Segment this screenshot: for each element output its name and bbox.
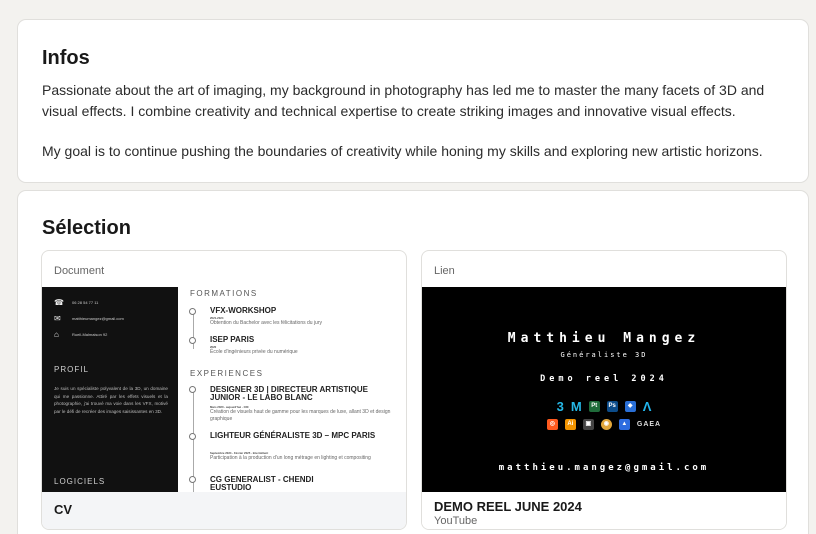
reel-email: matthieu.mangez@gmail.com xyxy=(498,463,710,473)
cv-experiences-heading: EXPERIENCES xyxy=(190,369,264,378)
cv-timeline-dot xyxy=(189,433,196,440)
cv-experience-sub: Création de visuels haut de gamme pour l… xyxy=(210,409,391,422)
cv-formation-title: VFX-WORKSHOP xyxy=(210,306,277,315)
cv-formation-sub: Obtention du Bachelor avec les félicitat… xyxy=(210,320,323,326)
photoshop-icon: Ps xyxy=(606,401,618,412)
selection-heading: Sélection xyxy=(42,217,131,239)
cv-formations-heading: FORMATIONS xyxy=(190,289,258,298)
reel-image: Matthieu Mangez Généraliste 3D Demo reel… xyxy=(422,287,786,492)
substance-designer-icon: ◆ xyxy=(624,401,636,412)
nuke-icon: ▣ xyxy=(582,419,594,430)
reel-name: Matthieu Mangez xyxy=(507,331,701,346)
cv-contact-address: ⌂ Rueil-Malmaison 92 xyxy=(54,330,108,339)
cv-contact-email: ✉ matthieumangez@gmail.com xyxy=(54,314,124,323)
cv-experience-title: LIGHTEUR GÉNÉRALISTE 3D – MPC PARIS xyxy=(210,431,376,440)
gaea-icon: GAEA xyxy=(636,421,662,428)
cv-formation-sub: École d'ingénieurs privée du numérique xyxy=(210,349,298,355)
media-source: YouTube xyxy=(434,515,478,527)
location-icon: ⌂ xyxy=(54,330,59,339)
phone-icon: ☎ xyxy=(54,298,64,307)
cv-experience-sub: Participation à la production d'un long … xyxy=(210,455,371,461)
media-type-label: Lien xyxy=(434,265,455,277)
media-footer: CV xyxy=(42,492,406,529)
maya-icon: M xyxy=(570,399,582,414)
cv-profil-text: Je suis un spécialiste polyvalent de la … xyxy=(54,386,168,414)
cv-contact-phone: ☎ 06 28 54 77 11 xyxy=(54,298,99,307)
software-icons-row-1: 3 M Pt Ps ◆ Λ xyxy=(422,399,786,414)
reel-role: Généraliste 3D xyxy=(560,351,648,359)
mail-icon: ✉ xyxy=(54,314,61,323)
cv-experience-title: CG GENERALIST - CHENDI EUSTUDIO xyxy=(210,475,314,492)
media-title: DEMO REEL JUNE 2024 xyxy=(434,499,582,514)
cv-timeline-dot xyxy=(189,386,196,393)
selection-card: Sélection Document ☎ 06 28 54 77 11 ✉ matt… xyxy=(17,190,809,534)
cv-timeline-dot xyxy=(189,337,196,344)
arnold-icon: Λ xyxy=(642,399,652,414)
blender-icon: ◉ xyxy=(600,419,612,430)
cv-thumbnail[interactable]: ☎ 06 28 54 77 11 ✉ matthieumangez@gmail.co… xyxy=(42,287,406,492)
houdini-icon: ◎ xyxy=(546,419,558,430)
cv-profil-heading: PROFIL xyxy=(54,365,89,374)
cv-experience-title: DESIGNER 3D | DIRECTEUR ARTISTIQUE JUNIO… xyxy=(210,385,368,402)
media-type-label: Document xyxy=(54,265,105,277)
cv-timeline-dot xyxy=(189,308,196,315)
cv-right-column: FORMATIONS VFX-WORKSHOP 2021-2024 Obtent… xyxy=(178,287,406,492)
infos-card: Infos Passionate about the art of imagin… xyxy=(17,19,809,183)
demo-reel-thumbnail[interactable]: Matthieu Mangez Généraliste 3D Demo reel… xyxy=(422,287,786,492)
software-icons-row-2: ◎ Ai ▣ ◉ ▲ GAEA xyxy=(422,419,786,430)
3ds-max-icon: 3 xyxy=(556,399,564,414)
cv-logiciels-heading: LOGICIELS xyxy=(54,477,106,486)
substance-painter-icon: Pt xyxy=(588,401,600,412)
media-title: CV xyxy=(54,502,73,517)
zbrush-icon: ▲ xyxy=(618,419,630,430)
illustrator-icon: Ai xyxy=(564,419,576,430)
cv-timeline-dot xyxy=(189,476,196,483)
infos-paragraph-2: My goal is to continue pushing the bound… xyxy=(42,143,763,159)
cv-left-column: ☎ 06 28 54 77 11 ✉ matthieumangez@gmail.co… xyxy=(42,287,178,492)
media-footer: DEMO REEL JUNE 2024 YouTube xyxy=(422,492,786,529)
featured-document-cv[interactable]: Document ☎ 06 28 54 77 11 ✉ matthieumangez… xyxy=(41,250,407,530)
cv-formation-title: ISEP PARIS xyxy=(210,335,255,344)
reel-title: Demo reel 2024 xyxy=(540,374,668,384)
infos-heading: Infos xyxy=(42,47,90,69)
featured-link-demo-reel[interactable]: Lien Matthieu Mangez Généraliste 3D Demo… xyxy=(421,250,787,530)
infos-paragraph-1: Passionate about the art of imaging, my … xyxy=(42,82,765,119)
